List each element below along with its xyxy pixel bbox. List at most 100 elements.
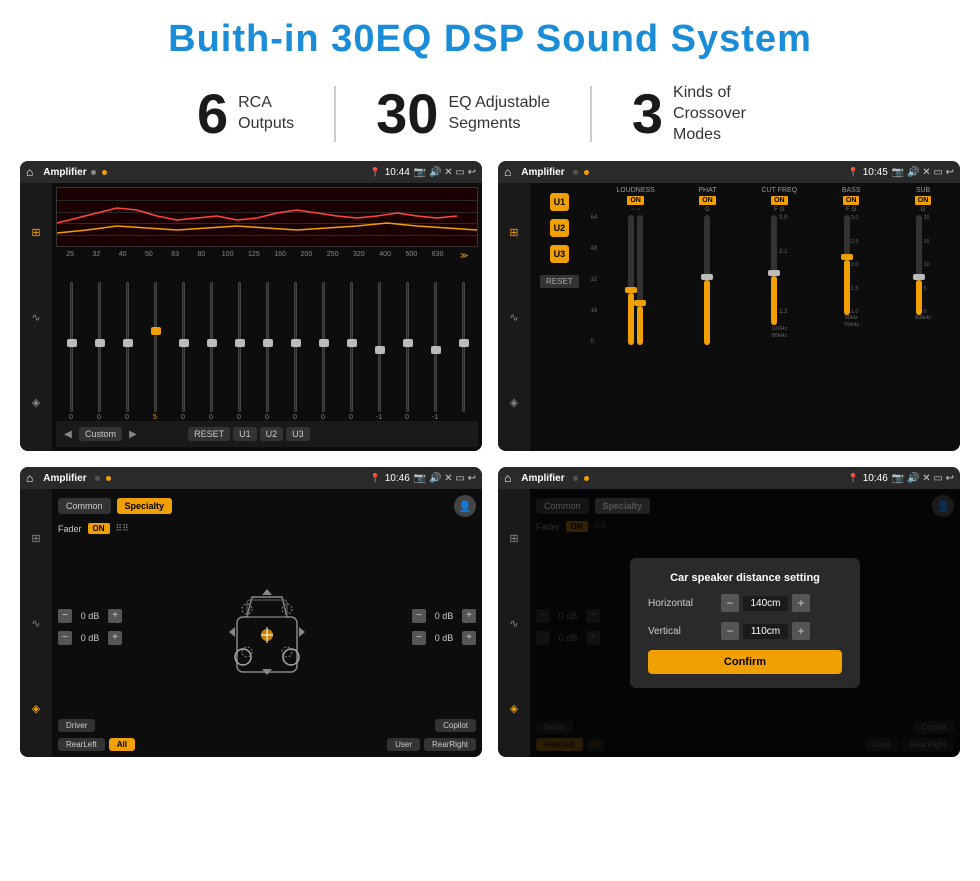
fader-btn-copilot[interactable]: Copilot bbox=[435, 719, 476, 732]
modal-vertical-value: 110cm bbox=[743, 624, 788, 639]
crossover-time: 10:45 bbox=[863, 167, 888, 178]
distance-title: Amplifier bbox=[521, 473, 564, 484]
distance-icon-eq[interactable]: ⊞ bbox=[503, 527, 525, 549]
screens-grid: ⌂ Amplifier 📍 10:44 📷 🔊 ✕ ▭ ↩ ⊞ ∿ ◈ bbox=[0, 161, 980, 767]
distance-sidebar: ⊞ ∿ ◈ bbox=[498, 489, 530, 757]
crossover-location-icon: 📍 bbox=[848, 167, 859, 178]
distance-content: ⊞ ∿ ◈ Common Specialty 👤 Fader bbox=[498, 489, 960, 757]
fader-home-icon[interactable]: ⌂ bbox=[26, 471, 33, 485]
car-svg bbox=[217, 567, 317, 687]
page-wrapper: Buith-in 30EQ DSP Sound System 6 RCAOutp… bbox=[0, 0, 980, 881]
distance-home-icon[interactable]: ⌂ bbox=[504, 471, 511, 485]
eq-u3-btn[interactable]: U3 bbox=[286, 427, 310, 441]
fader-btn-all[interactable]: All bbox=[109, 738, 135, 751]
eq-slider-10[interactable] bbox=[310, 282, 336, 412]
db-minus-fr[interactable]: − bbox=[412, 609, 426, 623]
crossover-content: ⊞ ∿ ◈ U1 U2 U3 RESET bbox=[498, 183, 960, 451]
eq-slider-5[interactable] bbox=[170, 282, 196, 412]
fader-icon-speaker[interactable]: ◈ bbox=[25, 698, 47, 720]
crossover-icon-eq[interactable]: ⊞ bbox=[503, 221, 525, 243]
crossover-home-icon[interactable]: ⌂ bbox=[504, 165, 511, 179]
u1-btn[interactable]: U1 bbox=[550, 193, 570, 211]
db-control-rl: − 0 dB + bbox=[58, 631, 122, 645]
confirm-button[interactable]: Confirm bbox=[648, 650, 842, 674]
eq-custom-btn[interactable]: Custom bbox=[79, 427, 122, 441]
crossover-title: Amplifier bbox=[521, 167, 564, 178]
reset-btn[interactable]: RESET bbox=[540, 275, 579, 288]
eq-slider-12[interactable] bbox=[366, 282, 392, 412]
eq-slider-8[interactable] bbox=[254, 282, 280, 412]
db-plus-rl[interactable]: + bbox=[108, 631, 122, 645]
eq-screen-container: ⌂ Amplifier 📍 10:44 📷 🔊 ✕ ▭ ↩ ⊞ ∿ ◈ bbox=[20, 161, 482, 451]
u3-btn[interactable]: U3 bbox=[550, 245, 570, 263]
eq-slider-11[interactable] bbox=[338, 282, 364, 412]
db-minus-fl[interactable]: − bbox=[58, 609, 72, 623]
db-value-rl: 0 dB bbox=[76, 633, 104, 643]
fader-sidebar: ⊞ ∿ ◈ bbox=[20, 489, 52, 757]
db-plus-fr[interactable]: + bbox=[462, 609, 476, 623]
eq-slider-2[interactable] bbox=[86, 282, 112, 412]
modal-horizontal-value: 140cm bbox=[743, 596, 788, 611]
fader-on-badge[interactable]: ON bbox=[88, 523, 110, 534]
eq-slider-15[interactable] bbox=[450, 282, 476, 412]
eq-next-btn[interactable]: ▶ bbox=[125, 426, 141, 442]
crossover-icon-speaker[interactable]: ◈ bbox=[503, 392, 525, 414]
fader-btn-rearright[interactable]: RearRight bbox=[424, 738, 476, 751]
distance-icons: 📷 🔊 ✕ ▭ ↩ bbox=[892, 473, 954, 484]
eq-dot2 bbox=[102, 170, 107, 175]
modal-horizontal-minus[interactable]: − bbox=[721, 594, 739, 612]
eq-sliders bbox=[56, 260, 478, 412]
fader-btn-driver[interactable]: Driver bbox=[58, 719, 95, 732]
u2-btn[interactable]: U2 bbox=[550, 219, 570, 237]
eq-slider-4[interactable] bbox=[142, 282, 168, 412]
eq-reset-btn[interactable]: RESET bbox=[188, 427, 230, 441]
fader-main-area: Common Specialty 👤 Fader ON ⠿⠿ bbox=[52, 489, 482, 757]
eq-slider-13[interactable] bbox=[394, 282, 420, 412]
eq-location-icon: 📍 bbox=[370, 167, 381, 178]
freq-labels: 253240 506380 100125160 200250320 400500… bbox=[56, 251, 478, 260]
stat-number-3: 3 bbox=[632, 86, 663, 142]
eq-time: 10:44 bbox=[385, 167, 410, 178]
distance-main-area: Common Specialty 👤 Fader ON ⠿⠿ bbox=[530, 489, 960, 757]
distance-time: 10:46 bbox=[863, 473, 888, 484]
db-plus-fl[interactable]: + bbox=[108, 609, 122, 623]
eq-slider-1[interactable] bbox=[58, 282, 84, 412]
db-minus-rl[interactable]: − bbox=[58, 631, 72, 645]
modal-vertical-control: − 110cm + bbox=[721, 622, 810, 640]
db-minus-rr[interactable]: − bbox=[412, 631, 426, 645]
crossover-icons: 📷 🔊 ✕ ▭ ↩ bbox=[892, 167, 954, 178]
fader-location-icon: 📍 bbox=[370, 473, 381, 484]
modal-vertical-row: Vertical − 110cm + bbox=[648, 622, 842, 640]
fader-screen-container: ⌂ Amplifier 📍 10:46 📷 🔊 ✕ ▭ ↩ ⊞ ∿ ◈ bbox=[20, 467, 482, 757]
eq-slider-7[interactable] bbox=[226, 282, 252, 412]
eq-icon-eq[interactable]: ⊞ bbox=[25, 221, 47, 243]
db-plus-rr[interactable]: + bbox=[462, 631, 476, 645]
fader-profile-icon[interactable]: 👤 bbox=[454, 495, 476, 517]
distance-icon-speaker[interactable]: ◈ bbox=[503, 698, 525, 720]
home-icon[interactable]: ⌂ bbox=[26, 165, 33, 179]
fader-icon-eq[interactable]: ⊞ bbox=[25, 527, 47, 549]
eq-u2-btn[interactable]: U2 bbox=[260, 427, 284, 441]
eq-u1-btn[interactable]: U1 bbox=[233, 427, 257, 441]
modal-horizontal-plus[interactable]: + bbox=[792, 594, 810, 612]
channels-area: LOUDNESS ON PHAT ON CUT FREQ ON bbox=[589, 183, 960, 451]
distance-icon-wave[interactable]: ∿ bbox=[503, 612, 525, 634]
eq-slider-14[interactable] bbox=[422, 282, 448, 412]
modal-horizontal-row: Horizontal − 140cm + bbox=[648, 594, 842, 612]
eq-slider-6[interactable] bbox=[198, 282, 224, 412]
modal-vertical-plus[interactable]: + bbox=[792, 622, 810, 640]
eq-slider-9[interactable] bbox=[282, 282, 308, 412]
fader-btn-rearleft[interactable]: RearLeft bbox=[58, 738, 105, 751]
fader-btn-user[interactable]: User bbox=[387, 738, 420, 751]
eq-icon-speaker[interactable]: ◈ bbox=[25, 392, 47, 414]
eq-slider-3[interactable] bbox=[114, 282, 140, 412]
modal-vertical-minus[interactable]: − bbox=[721, 622, 739, 640]
modal-title: Car speaker distance setting bbox=[648, 572, 842, 584]
fader-icon-wave[interactable]: ∿ bbox=[25, 612, 47, 634]
eq-prev-btn[interactable]: ◀ bbox=[60, 426, 76, 442]
eq-bottom-bar: ◀ Custom ▶ RESET U1 U2 U3 bbox=[56, 421, 478, 447]
crossover-icon-wave[interactable]: ∿ bbox=[503, 306, 525, 328]
fader-tab-common[interactable]: Common bbox=[58, 498, 111, 514]
fader-tab-specialty[interactable]: Specialty bbox=[117, 498, 173, 514]
eq-icon-wave[interactable]: ∿ bbox=[25, 306, 47, 328]
